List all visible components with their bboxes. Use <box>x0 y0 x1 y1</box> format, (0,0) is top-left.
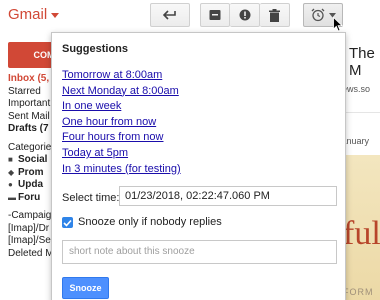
suggestion-tomorrow[interactable]: Tomorrow at 8:00am <box>62 68 181 84</box>
sidebar-nav: Inbox (5, Starred Important Sent Mail Dr… <box>8 73 56 260</box>
sidebar-item-deleted[interactable]: Deleted M <box>8 248 56 261</box>
sidebar-item-drafts[interactable]: Drafts (7 <box>8 123 56 136</box>
snooze-note-input[interactable]: short note about this snooze <box>62 240 337 264</box>
sidebar-item-label: [Imap]/Dr <box>8 222 50 234</box>
sidebar-item-categories[interactable]: Categorie <box>8 142 56 155</box>
alarm-clock-icon <box>311 8 324 22</box>
sidebar-item-label: -Campaig <box>8 210 52 221</box>
sidebar-item-social[interactable]: ■ Social <box>8 154 56 167</box>
archive-button[interactable] <box>200 3 230 27</box>
person-icon: ■ <box>8 155 13 164</box>
sidebar-item-label: Categorie <box>8 141 52 153</box>
back-arrow-icon <box>163 10 176 20</box>
select-time-input[interactable]: 01/23/2018, 02:22:47.060 PM <box>119 186 337 206</box>
sidebar-item-label: Foru <box>18 191 41 203</box>
sidebar-item-label: Drafts (7 <box>8 123 49 134</box>
gmail-logo-text: Gmail <box>8 6 48 23</box>
sidebar-item-imap-drafts[interactable]: [Imap]/Dr <box>8 223 56 236</box>
sidebar-item-important[interactable]: Important <box>8 98 56 111</box>
suggestion-one-hour[interactable]: One hour from now <box>62 115 181 131</box>
sidebar-item-label: Social <box>18 154 48 165</box>
chevron-down-icon <box>51 12 60 18</box>
tag-icon: ◆ <box>8 167 15 177</box>
forum-icon: ▬ <box>8 192 16 202</box>
nobody-replies-label[interactable]: Snooze only if nobody replies <box>78 216 222 228</box>
sidebar-item-updates[interactable]: ● Upda <box>8 179 56 192</box>
sidebar-item-sent[interactable]: Sent Mail <box>8 111 56 124</box>
message-subject: The M <box>349 45 375 79</box>
sidebar-item-campaign[interactable]: -Campaig <box>8 210 56 223</box>
suggestion-one-week[interactable]: In one week <box>62 99 181 115</box>
sidebar-item-label: Important <box>8 98 51 109</box>
message-image-footer: FORM <box>343 287 374 297</box>
archive-icon <box>209 10 221 20</box>
sidebar-item-label: [Imap]/Se <box>8 235 51 246</box>
suggestion-list: Tomorrow at 8:00am Next Monday at 8:00am… <box>62 68 181 177</box>
suggestion-today-5pm[interactable]: Today at 5pm <box>62 146 181 162</box>
sidebar-item-label: Inbox (5, <box>8 73 50 84</box>
checkmark-icon <box>63 219 72 227</box>
message-image-text: ful <box>343 215 380 252</box>
sidebar-item-forums[interactable]: ▬ Foru <box>8 192 56 205</box>
sidebar-item-label: Starred <box>8 85 41 97</box>
nobody-replies-checkbox[interactable] <box>62 217 73 228</box>
sidebar-item-starred[interactable]: Starred <box>8 86 56 99</box>
sidebar-item-label: Deleted M <box>8 247 54 259</box>
gmail-logo[interactable]: Gmail <box>8 6 60 23</box>
back-button[interactable] <box>150 3 190 27</box>
sidebar-item-inbox[interactable]: Inbox (5, <box>8 73 56 86</box>
info-icon: ● <box>8 180 13 189</box>
snooze-submit-button[interactable]: Snooze <box>62 277 109 299</box>
select-time-label: Select time: <box>62 192 120 204</box>
report-spam-button[interactable] <box>230 3 260 27</box>
suggestion-three-minutes[interactable]: In 3 minutes (for testing) <box>62 162 181 178</box>
sidebar-item-label: Prom <box>18 166 44 178</box>
snooze-popup: Suggestions Tomorrow at 8:00am Next Mond… <box>51 32 346 300</box>
sidebar-item-label: Upda <box>18 179 43 190</box>
spam-icon <box>239 9 250 21</box>
trash-icon <box>269 8 280 22</box>
sidebar-item-imap-sent[interactable]: [Imap]/Se <box>8 235 56 248</box>
suggestion-next-monday[interactable]: Next Monday at 8:00am <box>62 84 181 100</box>
mouse-cursor-icon <box>333 17 343 32</box>
suggestion-four-hours[interactable]: Four hours from now <box>62 130 181 146</box>
delete-button[interactable] <box>260 3 290 27</box>
sidebar-item-promotions[interactable]: ◆ Prom <box>8 167 56 180</box>
sidebar-item-label: Sent Mail <box>8 110 50 122</box>
popup-title: Suggestions <box>62 43 129 55</box>
